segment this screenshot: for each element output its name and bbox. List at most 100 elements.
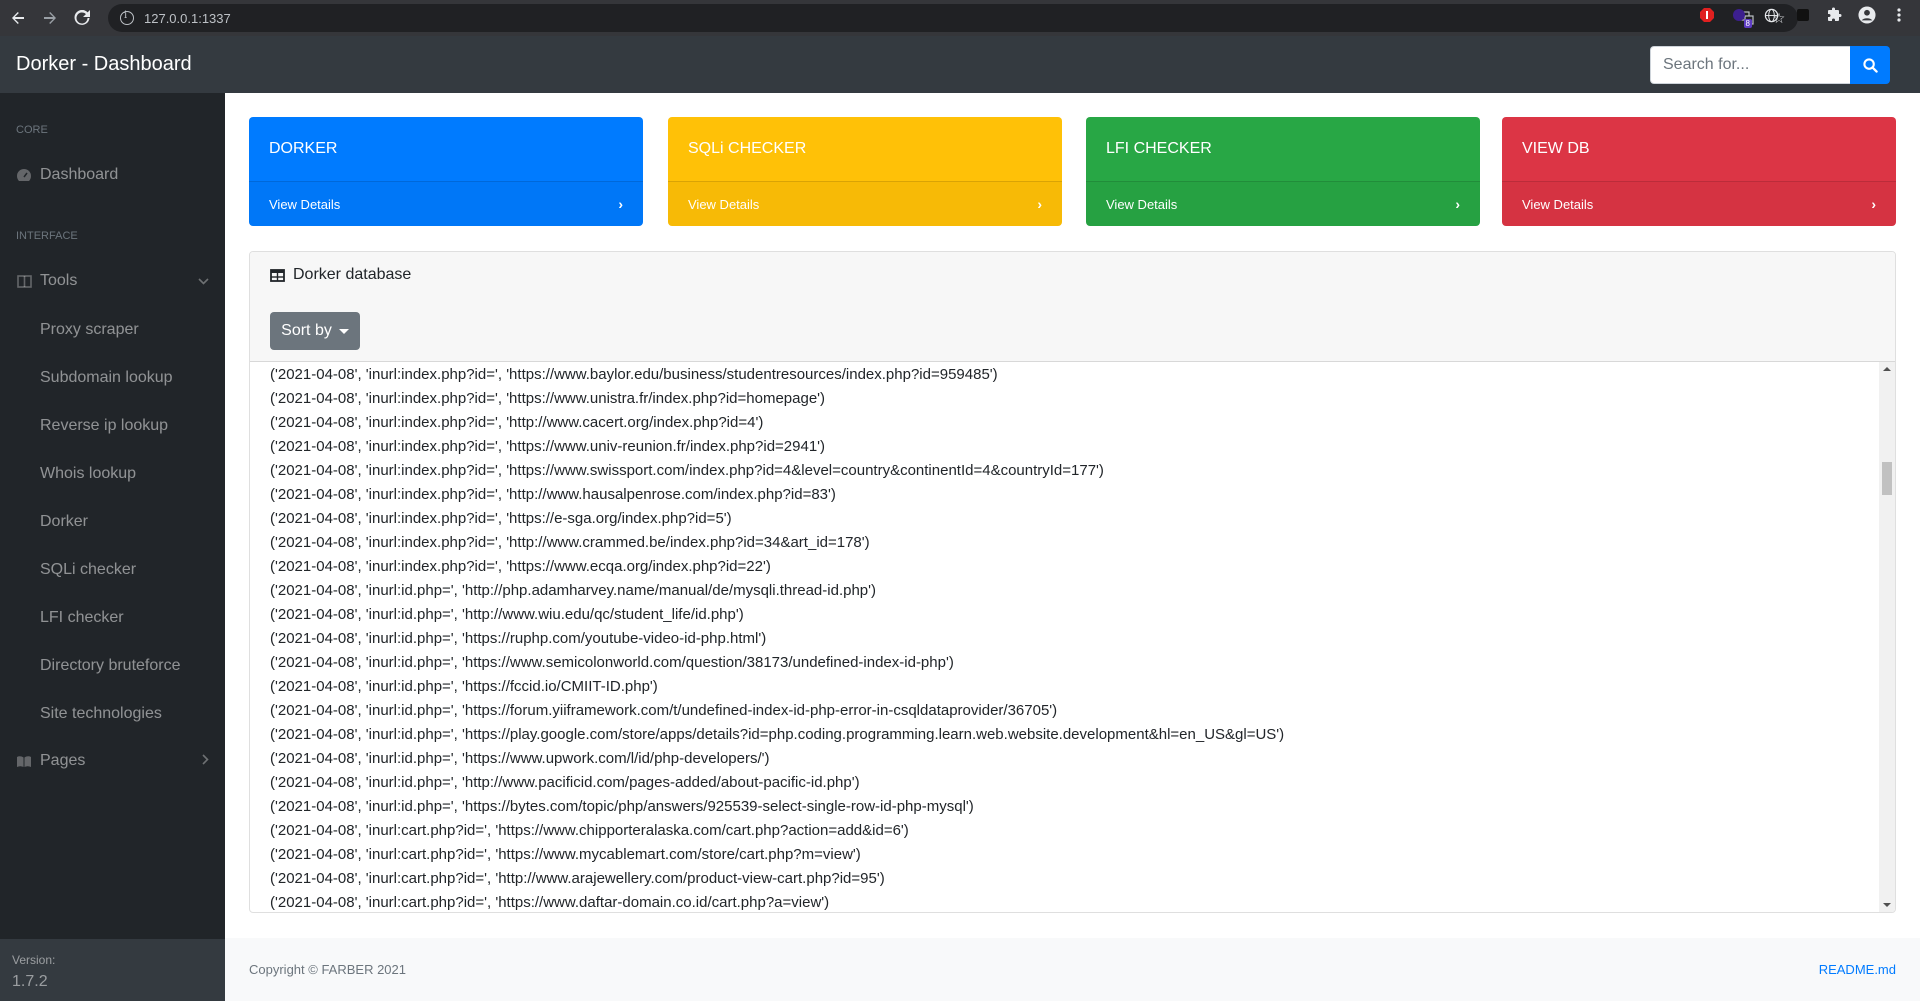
result-row: ('2021-04-08', 'inurl:index.php?id=', 'h… [270,438,826,455]
angle-right-icon: › [1871,196,1876,212]
scroll-down-arrow-icon[interactable] [1883,903,1891,907]
page-footer: Copyright © FARBER 2021 README.md [225,938,1920,1001]
card-view-details-link[interactable]: View Details › [1502,181,1896,226]
search-icon [1862,57,1878,73]
angle-right-icon: › [618,196,623,212]
result-row: ('2021-04-08', 'inurl:id.php=', 'http://… [270,774,860,791]
result-row: ('2021-04-08', 'inurl:id.php=', 'https:/… [270,798,974,815]
result-row: ('2021-04-08', 'inurl:id.php=', 'http://… [270,606,744,623]
dark-extension-icon[interactable] [1794,6,1812,24]
sidebar: Core Dashboard Interface Tools Proxy scr… [0,93,225,1001]
sort-by-label: Sort by [281,322,332,339]
result-row: ('2021-04-08', 'inurl:index.php?id=', 'h… [270,510,732,527]
navbar-search [1650,46,1890,84]
card-dorker: DORKER View Details › [249,117,643,226]
navbar-brand[interactable]: Dorker - Dashboard [16,53,192,76]
sidebar-subitem-subdomain-lookup[interactable]: Subdomain lookup [40,369,173,387]
result-row: ('2021-04-08', 'inurl:cart.php?id=', 'ht… [270,846,861,863]
database-card-header: Dorker database Sort by [250,252,1895,362]
card-sqli-checker: SQLi CHECKER View Details › [668,117,1062,226]
result-row: ('2021-04-08', 'inurl:id.php=', 'https:/… [270,726,1285,743]
columns-icon [16,274,32,288]
sidebar-subitem-whois-lookup[interactable]: Whois lookup [40,465,136,483]
sidebar-item-label: Pages [40,752,86,769]
result-row: ('2021-04-08', 'inurl:index.php?id=', 'h… [270,390,826,407]
database-results-list[interactable]: ('2021-04-08', 'inurl:index.php?id=', 'h… [250,362,1895,912]
forward-icon[interactable] [36,4,64,32]
extensions-puzzle-icon[interactable] [1826,6,1844,24]
card-lfi-checker: LFI CHECKER View Details › [1086,117,1480,226]
version-label: Version: [12,953,56,967]
top-navbar: Dorker - Dashboard [0,36,1920,93]
version-number: 1.7.2 [12,973,48,990]
browser-toolbar: 127.0.0.1:1337 ☆ 8 [0,0,1920,36]
result-row: ('2021-04-08', 'inurl:id.php=', 'http://… [270,582,876,599]
reload-icon[interactable] [68,4,96,32]
result-row: ('2021-04-08', 'inurl:index.php?id=', 'h… [270,534,870,551]
profile-avatar-icon[interactable] [1858,6,1876,24]
results-rows: ('2021-04-08', 'inurl:index.php?id=', 'h… [250,362,1895,912]
copyright-text: Copyright © FARBER 2021 [249,962,406,977]
scrollbar-thumb[interactable] [1882,462,1892,495]
view-details-label: View Details [1522,196,1594,212]
sidebar-subitem-dorker[interactable]: Dorker [40,513,88,531]
sidebar-subitem-proxy-scraper[interactable]: Proxy scraper [40,321,139,339]
card-view-details-link[interactable]: View Details › [1086,181,1480,226]
results-scrollbar[interactable] [1879,362,1895,912]
card-title: DORKER [269,140,338,157]
card-view-details-link[interactable]: View Details › [249,181,643,226]
result-row: ('2021-04-08', 'inurl:id.php=', 'https:/… [270,630,767,647]
sidebar-item-tools[interactable]: Tools [0,257,225,305]
adblock-extension-icon[interactable] [1698,6,1716,24]
sidebar-item-label: Dashboard [40,166,119,183]
site-info-icon[interactable] [120,10,134,25]
view-details-label: View Details [269,196,341,212]
result-row: ('2021-04-08', 'inurl:index.php?id=', 'h… [270,462,1104,479]
result-row: ('2021-04-08', 'inurl:index.php?id=', 'h… [270,486,836,503]
main-content: DORKER View Details › SQLi CHECKER View … [225,93,1920,1001]
card-view-details-link[interactable]: View Details › [668,181,1062,226]
card-title: SQLi CHECKER [688,140,807,157]
result-row: ('2021-04-08', 'inurl:id.php=', 'https:/… [270,750,770,767]
sidebar-subitem-lfi-checker[interactable]: LFI checker [40,609,124,627]
sidebar-subitem-site-technologies[interactable]: Site technologies [40,705,162,723]
sidebar-heading-interface: Interface [16,230,78,242]
result-row: ('2021-04-08', 'inurl:id.php=', 'https:/… [270,702,1058,719]
book-open-icon [16,754,32,768]
view-details-label: View Details [1106,196,1178,212]
sidebar-item-label: Tools [40,272,78,289]
sidebar-item-pages[interactable]: Pages [0,737,225,785]
extension-badge-icon[interactable]: 8 [1730,6,1752,28]
readme-link[interactable]: README.md [1819,962,1896,977]
browser-menu-icon[interactable] [1890,6,1908,24]
sidebar-subitem-sqli-checker[interactable]: SQLi checker [40,561,136,579]
sidebar-heading-core: Core [16,124,48,136]
result-row: ('2021-04-08', 'inurl:cart.php?id=', 'ht… [270,894,830,911]
result-row: ('2021-04-08', 'inurl:cart.php?id=', 'ht… [270,870,885,887]
view-details-label: View Details [688,196,760,212]
result-row: ('2021-04-08', 'inurl:index.php?id=', 'h… [270,414,764,431]
table-icon [270,268,285,282]
chevron-down-icon [198,274,209,288]
sidebar-subitem-reverse-ip-lookup[interactable]: Reverse ip lookup [40,417,168,435]
dorker-database-card: Dorker database Sort by ('2021-04-08', '… [249,251,1896,913]
address-bar[interactable]: 127.0.0.1:1337 ☆ [108,4,1798,32]
tachometer-icon [16,168,32,182]
sidebar-item-dashboard[interactable]: Dashboard [0,151,225,199]
search-button[interactable] [1850,46,1890,84]
url-text: 127.0.0.1:1337 [144,10,231,26]
caret-down-icon [338,328,349,334]
database-title-text: Dorker database [293,266,412,283]
result-row: ('2021-04-08', 'inurl:id.php=', 'https:/… [270,678,658,695]
search-input[interactable] [1650,46,1850,84]
result-row: ('2021-04-08', 'inurl:index.php?id=', 'h… [270,366,998,383]
globe-extension-icon[interactable] [1762,6,1780,24]
result-row: ('2021-04-08', 'inurl:id.php=', 'https:/… [270,654,954,671]
sidebar-subitem-directory-bruteforce[interactable]: Directory bruteforce [40,657,181,675]
sort-by-dropdown-button[interactable]: Sort by [270,312,360,350]
scroll-up-arrow-icon[interactable] [1883,367,1891,371]
result-row: ('2021-04-08', 'inurl:index.php?id=', 'h… [270,558,771,575]
angle-right-icon: › [1455,196,1460,212]
card-title: VIEW DB [1522,140,1590,157]
back-icon[interactable] [4,4,32,32]
